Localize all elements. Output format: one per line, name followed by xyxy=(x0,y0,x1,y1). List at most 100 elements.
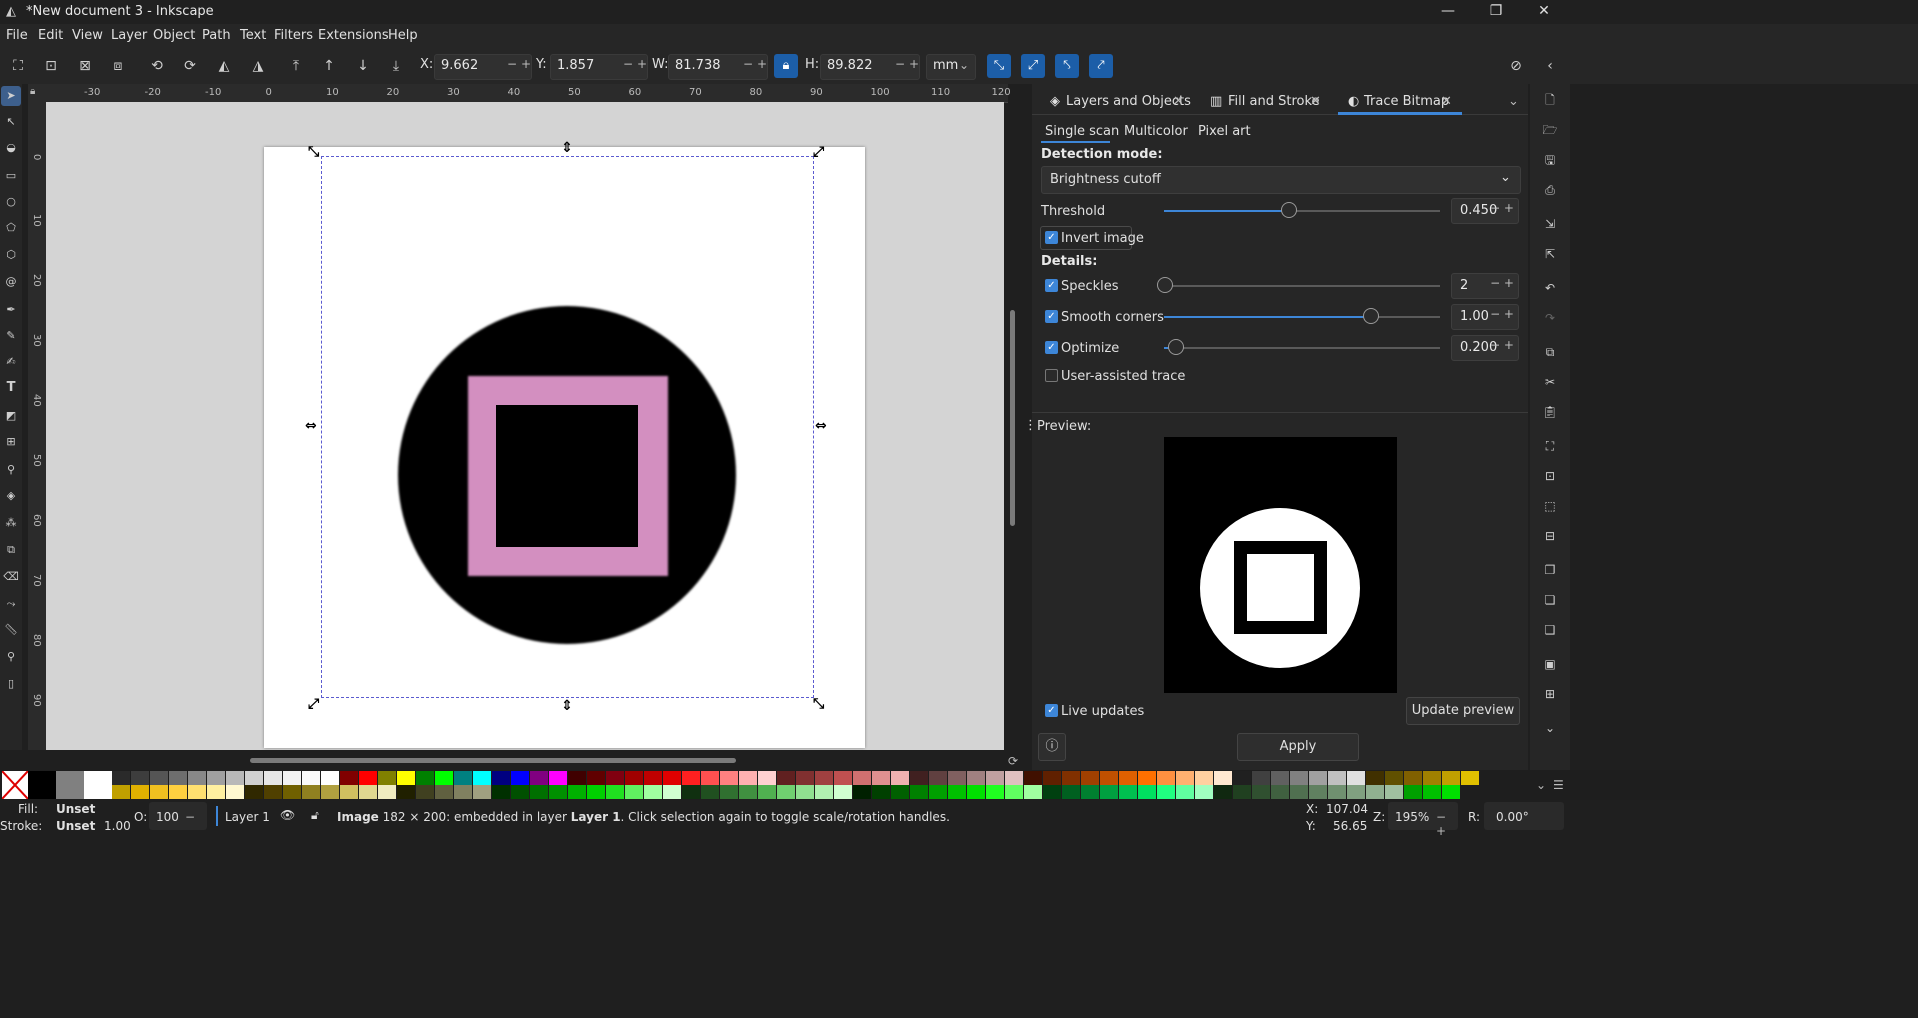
color-swatch[interactable] xyxy=(587,771,605,785)
color-swatch[interactable] xyxy=(1138,785,1156,799)
color-swatch[interactable] xyxy=(986,771,1004,785)
collapse-panel-icon[interactable]: ‹ xyxy=(1540,56,1560,76)
dropper-tool-icon[interactable]: ⚲ xyxy=(3,462,19,478)
info-button[interactable]: ⓘ xyxy=(1038,733,1066,761)
smooth-corners-stepper-icon[interactable]: − + xyxy=(1490,307,1514,321)
zoom-field[interactable]: 195% − + xyxy=(1388,802,1458,838)
tab-fill-and-stroke[interactable]: Fill and Stroke xyxy=(1228,94,1320,109)
color-swatch[interactable] xyxy=(701,785,719,799)
spray-tool-icon[interactable]: ⁂ xyxy=(3,515,19,531)
group-icon[interactable]: ▣ xyxy=(1542,656,1558,672)
color-swatch[interactable] xyxy=(492,771,510,785)
print-icon[interactable]: ⎙ xyxy=(1542,182,1558,198)
menu-extensions[interactable]: Extensions xyxy=(318,28,389,43)
menu-text[interactable]: Text xyxy=(240,28,266,43)
fill-value[interactable]: Unset xyxy=(56,802,95,816)
x-increment-icon[interactable]: + xyxy=(521,57,531,71)
color-swatch[interactable] xyxy=(834,771,852,785)
color-swatch[interactable] xyxy=(663,785,681,799)
deselect-icon[interactable]: ⊠ xyxy=(75,56,95,76)
color-swatch[interactable] xyxy=(967,785,985,799)
palette-chevron-icon[interactable]: ⌄ xyxy=(1536,778,1546,792)
color-swatch[interactable] xyxy=(549,771,567,785)
zoom-page-icon[interactable]: ⬚ xyxy=(1542,498,1558,514)
layer-visibility-icon[interactable]: 👁︎ xyxy=(280,808,295,822)
color-swatch[interactable] xyxy=(1005,785,1023,799)
color-swatch[interactable] xyxy=(302,785,320,799)
color-swatch[interactable] xyxy=(530,771,548,785)
rotate-cw-icon[interactable]: ⟳ xyxy=(180,56,200,76)
apply-button[interactable]: Apply xyxy=(1237,733,1359,761)
paint-bucket-icon[interactable]: ◈ xyxy=(3,488,19,504)
move-patterns-button[interactable]: ⤤ xyxy=(1089,54,1113,78)
rotate-canvas-icon[interactable]: ⟳ xyxy=(1008,754,1018,768)
menu-object[interactable]: Object xyxy=(153,28,195,43)
drag-handle-icon[interactable]: ⋮ xyxy=(1024,418,1037,433)
color-swatch[interactable] xyxy=(720,785,738,799)
shape-builder-icon[interactable]: ⧉ xyxy=(3,542,19,558)
open-icon[interactable]: 🗁︎ xyxy=(1542,122,1558,138)
color-swatch[interactable] xyxy=(1062,785,1080,799)
h-decrement-icon[interactable]: − xyxy=(895,57,905,71)
swatch-gray[interactable] xyxy=(56,771,84,799)
y-increment-icon[interactable]: + xyxy=(637,57,647,71)
invert-image-checkbox[interactable]: ✓ xyxy=(1045,231,1058,244)
color-swatch[interactable] xyxy=(929,771,947,785)
color-swatch[interactable] xyxy=(1119,771,1137,785)
color-swatch[interactable] xyxy=(739,785,757,799)
raise-icon[interactable]: ↑ xyxy=(319,56,339,76)
lower-icon[interactable]: ↓ xyxy=(353,56,373,76)
paste-icon[interactable]: 📋︎ xyxy=(1542,404,1558,420)
scale-stroke-button[interactable]: ⤡ xyxy=(987,54,1011,78)
color-swatch[interactable] xyxy=(378,771,396,785)
color-swatch[interactable] xyxy=(758,771,776,785)
threshold-stepper-icon[interactable]: − + xyxy=(1490,201,1514,215)
y-field[interactable]: 1.857 − + xyxy=(550,54,648,80)
pencil-tool-icon[interactable]: ✎ xyxy=(3,328,19,344)
color-swatch[interactable] xyxy=(1081,771,1099,785)
color-swatch[interactable] xyxy=(245,771,263,785)
select-all-icon[interactable]: ⛶ xyxy=(8,56,28,76)
color-swatch[interactable] xyxy=(910,771,928,785)
color-swatch[interactable] xyxy=(1385,771,1403,785)
w-increment-icon[interactable]: + xyxy=(757,57,767,71)
color-swatch[interactable] xyxy=(188,785,206,799)
color-swatch[interactable] xyxy=(606,771,624,785)
color-swatch[interactable] xyxy=(853,771,871,785)
color-swatch[interactable] xyxy=(910,785,928,799)
detection-mode-select[interactable]: Brightness cutoff ⌄ xyxy=(1041,166,1521,194)
update-preview-button[interactable]: Update preview xyxy=(1406,697,1520,725)
select-same-icon[interactable]: ⧈ xyxy=(108,56,128,76)
speckles-checkbox[interactable]: ✓ xyxy=(1045,279,1058,292)
color-swatch[interactable] xyxy=(340,771,358,785)
color-swatch[interactable] xyxy=(340,785,358,799)
color-swatch[interactable] xyxy=(815,785,833,799)
close-icon[interactable]: ✕ xyxy=(1520,0,1568,24)
color-swatch[interactable] xyxy=(321,785,339,799)
color-swatch[interactable] xyxy=(1100,785,1118,799)
undo-icon[interactable]: ↶ xyxy=(1542,280,1558,296)
h-field[interactable]: 89.822 − + xyxy=(820,54,920,80)
unit-select[interactable]: mm ⌄ xyxy=(926,54,976,80)
tab-trace-bitmap[interactable]: Trace Bitmap xyxy=(1364,94,1449,109)
h-increment-icon[interactable]: + xyxy=(909,57,919,71)
color-swatch[interactable] xyxy=(1157,771,1175,785)
color-swatch[interactable] xyxy=(1423,771,1441,785)
subtab-multicolor[interactable]: Multicolor xyxy=(1124,124,1188,139)
text-tool-icon[interactable]: T xyxy=(3,380,19,396)
color-swatch[interactable] xyxy=(1347,785,1365,799)
speckles-slider[interactable] xyxy=(1164,285,1440,287)
measure-tool-icon[interactable]: 📏︎ xyxy=(3,622,19,638)
color-swatch[interactable] xyxy=(1423,785,1441,799)
rotate-ccw-icon[interactable]: ⟲ xyxy=(147,56,167,76)
color-swatch[interactable] xyxy=(1233,771,1251,785)
opacity-field[interactable]: 100 − xyxy=(149,802,207,830)
minimize-icon[interactable]: — xyxy=(1424,0,1472,24)
no-paint-swatch[interactable] xyxy=(1,770,29,800)
color-swatch[interactable] xyxy=(1138,771,1156,785)
color-swatch[interactable] xyxy=(777,785,795,799)
color-swatch[interactable] xyxy=(1309,771,1327,785)
color-swatch[interactable] xyxy=(1290,785,1308,799)
color-swatch[interactable] xyxy=(549,785,567,799)
color-swatch[interactable] xyxy=(169,771,187,785)
